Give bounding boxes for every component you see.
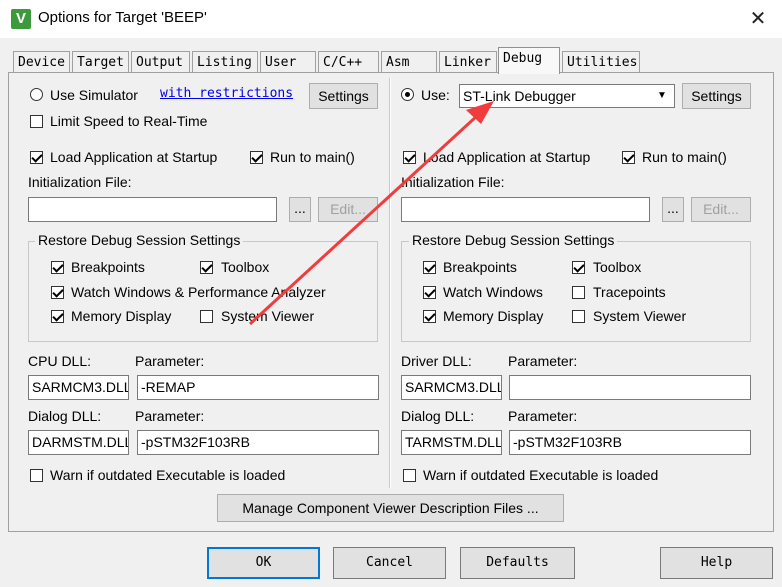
annotation-arrow-line xyxy=(248,113,480,326)
tab-debug[interactable]: Debug xyxy=(498,47,560,74)
annotation-arrow xyxy=(248,101,494,326)
